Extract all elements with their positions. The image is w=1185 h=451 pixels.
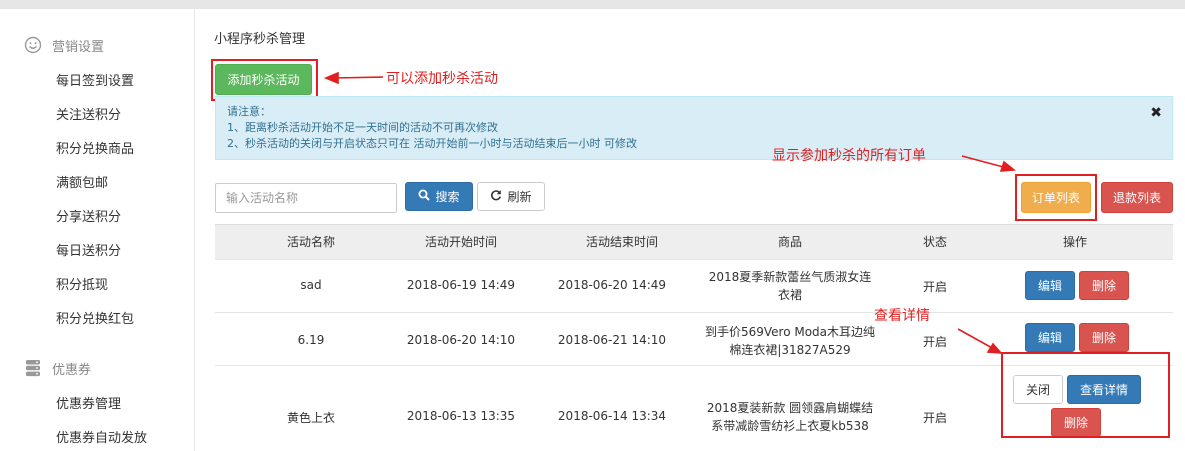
annotation-arrows <box>323 71 1017 354</box>
